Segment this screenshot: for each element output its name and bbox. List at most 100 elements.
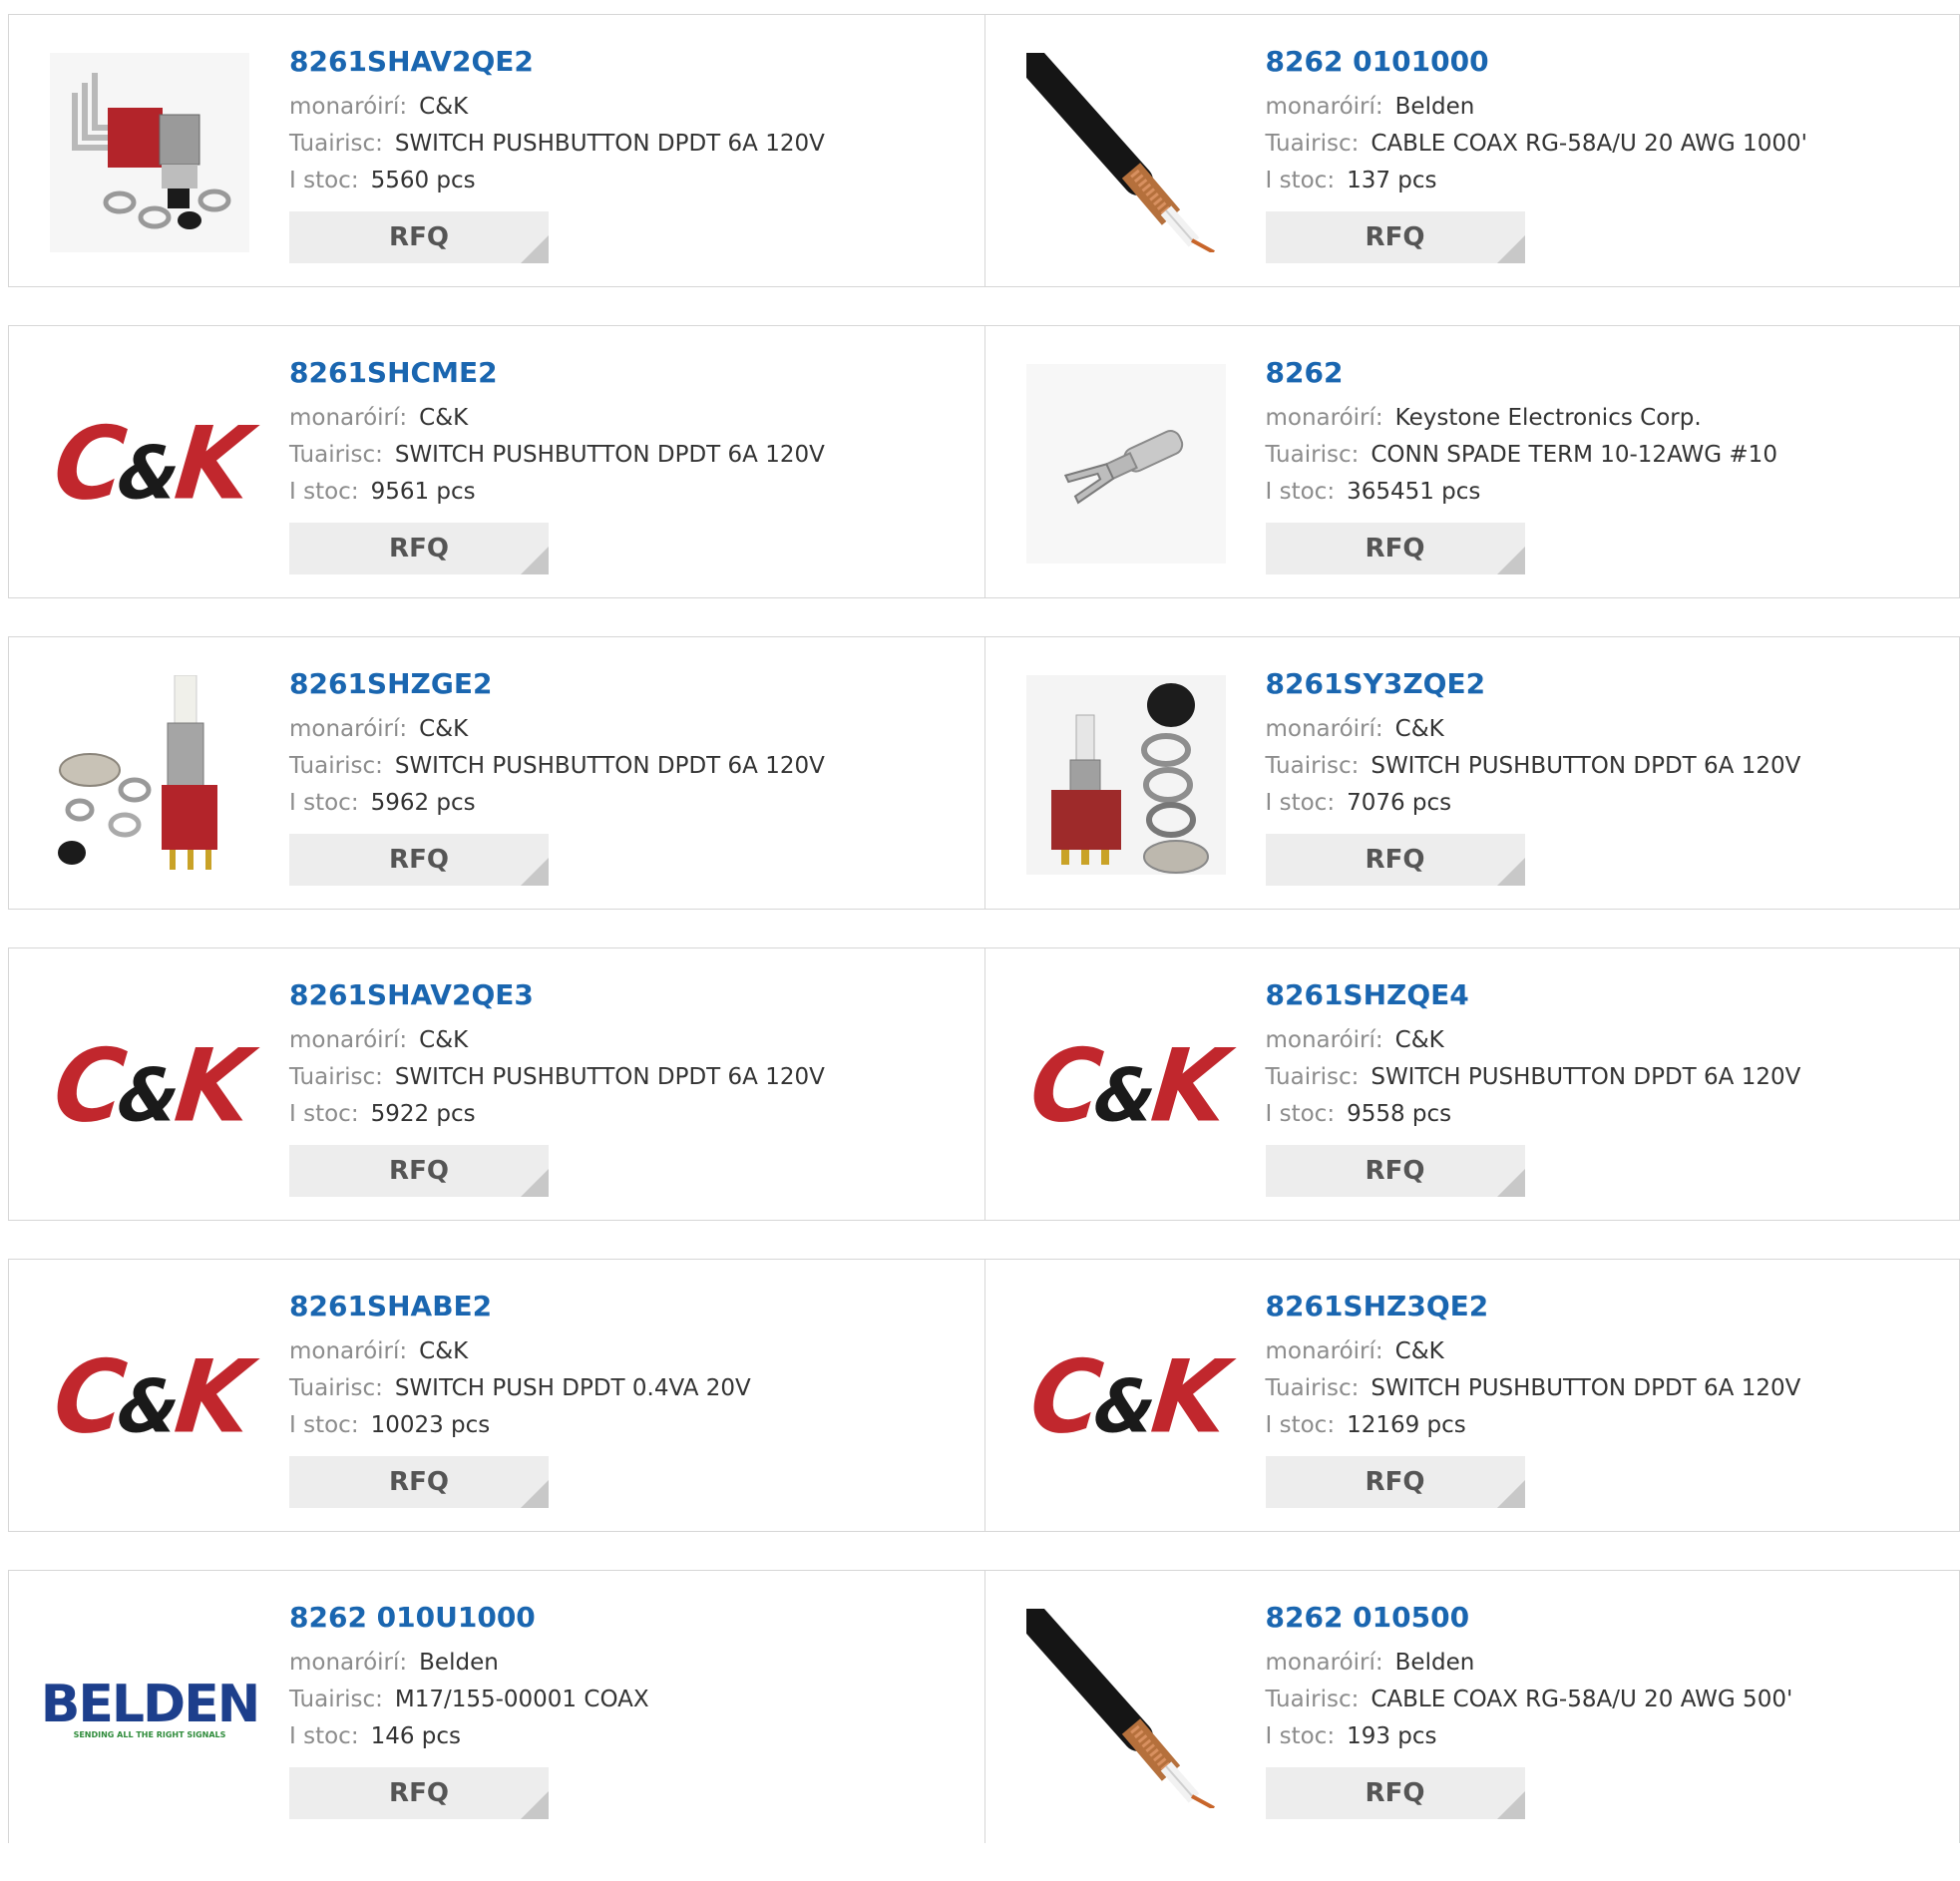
stock-value: 193 pcs — [1347, 1723, 1437, 1749]
stock-row: I stoc: 146 pcs — [289, 1718, 649, 1755]
rfq-button[interactable]: RFQ — [289, 211, 549, 263]
product-card: C&K 8261SHAV2QE3 monaróirí: C&K Tuairisc:… — [9, 948, 984, 1220]
part-number-link[interactable]: 8261SHZGE2 — [289, 667, 825, 701]
manufacturer-value: Belden — [1394, 94, 1475, 120]
rfq-button-label: RFQ — [1365, 845, 1425, 875]
product-row: 8261SHAV2QE2 monaróirí: C&K Tuairisc: SWIT… — [8, 14, 1960, 287]
product-thumbnail[interactable]: C&K — [1025, 986, 1227, 1186]
part-number-link[interactable]: 8262 — [1266, 356, 1777, 390]
manufacturer-row: monaróirí: Belden — [1266, 89, 1807, 126]
description-label: Tuairisc: — [1265, 753, 1360, 779]
manufacturer-value: C&K — [1394, 716, 1444, 742]
product-thumbnail[interactable]: C&K — [1024, 1298, 1227, 1497]
manufacturer-label: monaróirí: — [1265, 94, 1383, 120]
description-label: Tuairisc: — [1265, 1375, 1360, 1401]
part-number-link[interactable]: 8261SHZ3QE2 — [1266, 1290, 1801, 1323]
manufacturer-label: monaróirí: — [1265, 1027, 1383, 1053]
product-thumbnail[interactable] — [50, 675, 249, 875]
product-info: 8261SHZ3QE2 monaróirí: C&K Tuairisc: SWITC… — [1265, 1290, 1801, 1508]
description-value: SWITCH PUSHBUTTON DPDT 6A 120V — [394, 442, 825, 468]
stock-row: I stoc: 5962 pcs — [289, 785, 825, 822]
manufacturer-row: monaróirí: Belden — [289, 1645, 649, 1682]
coax-cable-image — [1025, 53, 1215, 252]
stock-value: 146 pcs — [370, 1723, 462, 1749]
stock-value: 5560 pcs — [370, 168, 476, 193]
rfq-button[interactable]: RFQ — [289, 523, 549, 574]
product-card: C&K 8261SHZ3QE2 monaróirí: C&K Tuairisc: S… — [983, 1260, 1960, 1531]
part-number-link[interactable]: 8261SHAV2QE2 — [289, 45, 825, 79]
product-thumbnail[interactable] — [50, 53, 249, 252]
rfq-button[interactable]: RFQ — [1265, 834, 1525, 886]
rfq-button-label: RFQ — [389, 222, 449, 252]
manufacturer-row: monaróirí: Keystone Electronics Corp. — [1266, 400, 1777, 437]
part-number-link[interactable]: 8261SHCME2 — [289, 356, 825, 390]
stock-label: I stoc: — [289, 168, 359, 193]
description-label: Tuairisc: — [1265, 1064, 1360, 1090]
part-number-link[interactable]: 8262 0101000 — [1266, 45, 1807, 79]
manufacturer-row: monaróirí: C&K — [289, 1022, 825, 1059]
product-row: C&K 8261SHAV2QE3 monaróirí: C&K Tuairisc:… — [8, 947, 1960, 1221]
manufacturer-row: monaróirí: C&K — [1266, 1022, 1801, 1059]
stock-value: 5922 pcs — [370, 1101, 476, 1127]
description-row: Tuairisc: SWITCH PUSHBUTTON DPDT 6A 120V — [289, 748, 825, 785]
product-card: 8262 0101000 monaróirí: Belden Tuairisc: C… — [983, 15, 1960, 286]
rfq-button[interactable]: RFQ — [1265, 211, 1525, 263]
rfq-button[interactable]: RFQ — [1265, 523, 1525, 574]
description-label: Tuairisc: — [289, 753, 383, 779]
rfq-button[interactable]: RFQ — [1265, 1145, 1525, 1197]
product-info: 8261SHCME2 monaróirí: C&K Tuairisc: SWITCH… — [289, 356, 825, 574]
corner-triangle-icon — [1496, 858, 1525, 886]
product-thumbnail[interactable]: BELDEN SENDING ALL THE RIGHT SIGNALS — [41, 1609, 260, 1808]
part-number-link[interactable]: 8261SHAV2QE3 — [289, 978, 825, 1012]
product-card: 8261SHAV2QE2 monaróirí: C&K Tuairisc: SWIT… — [9, 15, 984, 286]
corner-triangle-icon — [1496, 547, 1525, 574]
part-number-link[interactable]: 8262 010500 — [1266, 1601, 1793, 1635]
rfq-button-label: RFQ — [1365, 1467, 1425, 1497]
description-value: SWITCH PUSHBUTTON DPDT 6A 120V — [1371, 1064, 1801, 1090]
rfq-button[interactable]: RFQ — [289, 1145, 549, 1197]
description-label: Tuairisc: — [289, 1375, 383, 1401]
ck-logo: C&K — [1024, 1338, 1227, 1456]
rfq-button[interactable]: RFQ — [289, 834, 549, 886]
coax-cable-image — [1025, 1609, 1215, 1808]
product-card: 8262 monaróirí: Keystone Electronics Corp… — [983, 326, 1960, 597]
rfq-button[interactable]: RFQ — [1265, 1456, 1525, 1508]
product-thumbnail[interactable]: C&K — [49, 364, 250, 564]
product-thumbnail[interactable]: C&K — [49, 1298, 250, 1497]
stock-value: 7076 pcs — [1347, 790, 1452, 816]
product-info: 8262 monaróirí: Keystone Electronics Corp… — [1265, 356, 1777, 574]
part-number-link[interactable]: 8261SY3ZQE2 — [1266, 667, 1801, 701]
product-thumbnail[interactable]: C&K — [49, 986, 250, 1186]
product-thumbnail[interactable] — [1025, 675, 1226, 875]
part-number-link[interactable]: 8261SHABE2 — [289, 1290, 751, 1323]
stock-row: I stoc: 193 pcs — [1266, 1718, 1793, 1755]
description-row: Tuairisc: SWITCH PUSHBUTTON DPDT 6A 120V — [1266, 748, 1801, 785]
corner-triangle-icon — [521, 547, 549, 574]
description-value: M17/155-00001 COAX — [394, 1687, 649, 1712]
product-thumbnail[interactable] — [1025, 53, 1226, 252]
manufacturer-value: C&K — [1394, 1338, 1444, 1364]
manufacturer-label: monaróirí: — [289, 1650, 408, 1676]
product-info: 8262 0101000 monaróirí: Belden Tuairisc: C… — [1265, 45, 1807, 263]
part-number-link[interactable]: 8261SHZQE4 — [1266, 978, 1801, 1012]
stock-label: I stoc: — [1265, 168, 1336, 193]
corner-triangle-icon — [1496, 1480, 1525, 1508]
product-info: 8262 010500 monaróirí: Belden Tuairisc: CA… — [1265, 1601, 1793, 1819]
rfq-button[interactable]: RFQ — [289, 1767, 549, 1819]
stock-label: I stoc: — [289, 1101, 359, 1127]
product-card: 8261SHZGE2 monaróirí: C&K Tuairisc: SWITCH… — [9, 637, 984, 909]
description-label: Tuairisc: — [289, 442, 383, 468]
rfq-button[interactable]: RFQ — [1265, 1767, 1525, 1819]
stock-label: I stoc: — [289, 1412, 359, 1438]
description-row: Tuairisc: SWITCH PUSHBUTTON DPDT 6A 120V — [289, 126, 825, 163]
part-number-link[interactable]: 8262 010U1000 — [289, 1601, 649, 1635]
stock-row: I stoc: 7076 pcs — [1266, 785, 1801, 822]
product-info: 8261SHZQE4 monaróirí: C&K Tuairisc: SWITCH… — [1265, 978, 1801, 1197]
description-label: Tuairisc: — [289, 1687, 383, 1712]
rfq-button[interactable]: RFQ — [289, 1456, 549, 1508]
product-thumbnail[interactable] — [1025, 364, 1226, 564]
product-thumbnail[interactable] — [1025, 1609, 1226, 1808]
stock-value: 9558 pcs — [1347, 1101, 1452, 1127]
stock-row: I stoc: 10023 pcs — [289, 1407, 751, 1444]
product-row: C&K 8261SHCME2 monaróirí: C&K Tuairisc: SW… — [8, 325, 1960, 598]
